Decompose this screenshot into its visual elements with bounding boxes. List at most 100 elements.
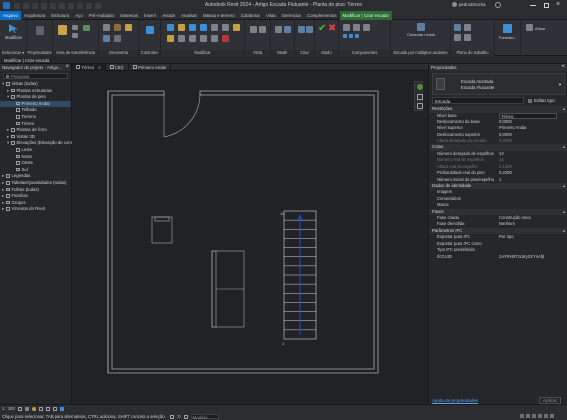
browser-item[interactable]: Oeste bbox=[0, 160, 71, 167]
close-browser-icon[interactable]: × bbox=[65, 64, 69, 71]
browser-item[interactable]: ▸ Plantas estruturais bbox=[0, 88, 71, 95]
view-tab-terreo[interactable]: Térreo × bbox=[72, 63, 106, 71]
ref-plane-icon[interactable] bbox=[454, 34, 461, 41]
tab-vista[interactable]: Vista bbox=[263, 11, 279, 20]
filter-icon[interactable] bbox=[550, 414, 554, 418]
trim-icon[interactable] bbox=[167, 35, 174, 42]
dimension-icon[interactable] bbox=[284, 26, 291, 33]
temporary-hide-icon[interactable] bbox=[59, 406, 64, 411]
browser-item[interactable]: ▾ Vistas (todas) bbox=[0, 81, 71, 88]
run-icon[interactable] bbox=[343, 24, 350, 31]
exterior-wall[interactable] bbox=[107, 90, 379, 374]
cut-geometry-icon[interactable] bbox=[114, 24, 121, 31]
crop-view-icon[interactable] bbox=[45, 406, 50, 411]
browser-item[interactable]: Térreo bbox=[0, 121, 71, 128]
worksets-icon[interactable] bbox=[170, 414, 174, 419]
show-crop-icon[interactable] bbox=[52, 406, 57, 411]
tab-sistemas[interactable]: Sistemas bbox=[117, 11, 141, 20]
visual-style-icon[interactable] bbox=[24, 406, 29, 411]
paste-icon[interactable] bbox=[58, 25, 67, 35]
spiral-run-icon[interactable] bbox=[349, 34, 353, 38]
straight-run-icon[interactable] bbox=[343, 34, 347, 38]
align-icon[interactable] bbox=[167, 24, 174, 31]
create-similar-icon[interactable] bbox=[298, 26, 305, 33]
select-pinned-icon[interactable] bbox=[532, 414, 536, 418]
tab-estrutura[interactable]: Estrutura bbox=[48, 11, 72, 20]
forma-button[interactable]: Formato... bbox=[495, 35, 521, 40]
steering-wheel-icon[interactable] bbox=[416, 84, 423, 90]
view-tab-primeiro-andar[interactable]: Primeiro Andar bbox=[129, 63, 172, 71]
properties-help-link[interactable]: Ajuda de propriedades bbox=[432, 398, 478, 403]
help-icon[interactable] bbox=[495, 2, 501, 8]
browser-item[interactable]: ▸ Plantas de forro bbox=[0, 127, 71, 134]
split-face-icon[interactable] bbox=[103, 35, 110, 42]
minimize-icon[interactable] bbox=[530, 5, 536, 6]
instance-filter-select[interactable]: Escada bbox=[432, 97, 524, 104]
tab-anotar[interactable]: Anotar bbox=[159, 11, 178, 20]
edit-type-button[interactable]: Editar tipo bbox=[534, 98, 555, 103]
mirror-draw-icon[interactable] bbox=[200, 24, 207, 31]
browser-item[interactable]: Terreno bbox=[0, 114, 71, 121]
browser-item[interactable]: ▸ Legendas bbox=[0, 173, 71, 180]
property-row[interactable]: IfcGUID 2AYRH9TJL9ry2XYnAfjt bbox=[429, 254, 567, 260]
close-properties-icon[interactable]: × bbox=[561, 64, 565, 71]
cope-icon[interactable] bbox=[103, 24, 110, 31]
pin-icon[interactable] bbox=[211, 35, 218, 42]
walls[interactable] bbox=[107, 90, 379, 374]
shadows-icon[interactable] bbox=[38, 406, 43, 411]
select-links-icon[interactable] bbox=[520, 414, 524, 418]
design-options-icon[interactable] bbox=[183, 414, 188, 419]
move-icon[interactable] bbox=[211, 24, 218, 31]
scale-icon[interactable] bbox=[200, 35, 207, 42]
tab-modificar-criar-escada[interactable]: Modificar | Criar escada bbox=[339, 10, 392, 20]
browser-item[interactable]: ▸ Famílias bbox=[0, 193, 71, 200]
browser-item[interactable]: ▸ Vistas 3D bbox=[0, 134, 71, 141]
browser-item[interactable]: Primeiro Andar bbox=[0, 100, 71, 108]
activate-controls-icon[interactable] bbox=[146, 26, 154, 34]
type-selector[interactable]: Escada montada Escada Flutuante ▾ bbox=[432, 73, 565, 95]
tab-analisar[interactable]: Analisar bbox=[178, 11, 200, 20]
hide-icon[interactable] bbox=[250, 26, 257, 33]
browser-item[interactable]: ▸ Tabelas/Quantidades (todas) bbox=[0, 180, 71, 187]
tab-arquivo[interactable]: Arquivo bbox=[0, 10, 21, 20]
tab-complementos[interactable]: Complementos bbox=[304, 11, 340, 20]
maximize-icon[interactable] bbox=[544, 2, 549, 8]
tab-inserir[interactable]: Inserir bbox=[141, 11, 159, 20]
rotate-icon[interactable] bbox=[233, 24, 240, 31]
browser-item[interactable]: ▸ Folhas (todas) bbox=[0, 187, 71, 194]
design-option-select[interactable]: Modelo principal bbox=[190, 414, 219, 420]
properties-icon[interactable] bbox=[36, 26, 44, 35]
create-group-icon[interactable] bbox=[306, 26, 313, 33]
delete-icon[interactable] bbox=[222, 35, 229, 42]
browser-item[interactable]: ▾ Plantas de piso bbox=[0, 94, 71, 101]
copy-icon[interactable] bbox=[72, 33, 78, 38]
door[interactable] bbox=[163, 92, 201, 138]
browser-search-input[interactable]: Pesquisar bbox=[3, 73, 68, 79]
armchair[interactable] bbox=[151, 216, 173, 244]
copy-element-icon[interactable] bbox=[222, 24, 229, 31]
attach-button[interactable]: Afixar bbox=[535, 26, 545, 31]
cancel-mode-icon[interactable]: ✖ bbox=[328, 24, 336, 34]
show-workplane-icon[interactable] bbox=[464, 24, 471, 31]
browser-item[interactable]: ▸ Grupos bbox=[0, 200, 71, 207]
cut-icon[interactable] bbox=[72, 25, 78, 30]
forma-icon[interactable] bbox=[503, 24, 512, 33]
tab-colaborar[interactable]: Colaborar bbox=[238, 11, 263, 20]
close-tab-icon[interactable]: × bbox=[98, 64, 101, 71]
tab-massa-terreno[interactable]: Massa e terreno bbox=[200, 11, 238, 20]
modify-button[interactable]: Modificar bbox=[0, 35, 27, 40]
modify-cursor-icon[interactable] bbox=[9, 24, 18, 33]
zoom-icon[interactable] bbox=[416, 94, 423, 100]
detail-level-icon[interactable] bbox=[17, 406, 22, 411]
split-icon[interactable] bbox=[178, 35, 185, 42]
property-value[interactable]: Térreo bbox=[499, 112, 557, 119]
mirror-axis-icon[interactable] bbox=[189, 24, 196, 31]
tab-aco[interactable]: Aço bbox=[72, 11, 86, 20]
property-value[interactable]: 2AYRH9TJL9ry2XYnAfjt bbox=[499, 254, 544, 260]
view-tab-3d[interactable]: {3D} bbox=[106, 63, 129, 71]
offset-icon[interactable] bbox=[178, 24, 185, 31]
connect-levels-button[interactable]: Conectar níveis bbox=[391, 32, 451, 37]
close-icon[interactable]: × bbox=[556, 1, 560, 9]
finish-mode-icon[interactable]: ✔ bbox=[318, 24, 326, 34]
set-workplane-icon[interactable] bbox=[454, 24, 461, 31]
